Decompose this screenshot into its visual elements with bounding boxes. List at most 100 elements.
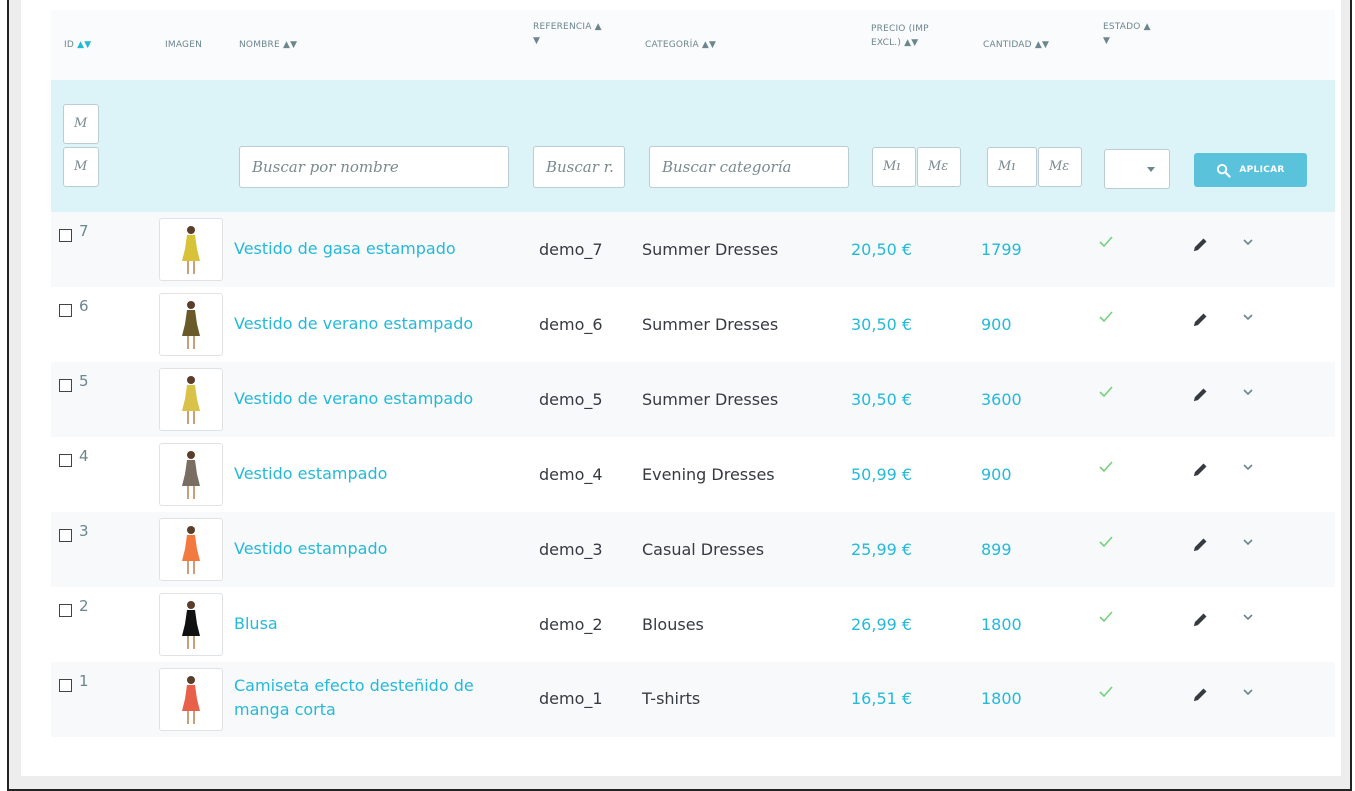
pencil-icon[interactable] bbox=[1191, 461, 1209, 479]
apply-filter-button[interactable]: APLICAR bbox=[1194, 153, 1307, 187]
sort-arrows[interactable]: ▲▼ bbox=[77, 40, 91, 50]
sort-arrows[interactable]: ▲▼ bbox=[283, 40, 297, 50]
id-max-input[interactable]: M bbox=[63, 147, 99, 187]
product-price[interactable]: 25,99 € bbox=[851, 538, 912, 562]
row-checkbox[interactable] bbox=[59, 454, 72, 467]
product-quantity[interactable]: 3600 bbox=[981, 388, 1022, 412]
header-quantity-label: CANTIDAD bbox=[983, 40, 1032, 50]
product-thumbnail[interactable] bbox=[159, 218, 223, 281]
price-max-input[interactable]: Mε bbox=[917, 147, 961, 187]
row-id: 2 bbox=[79, 597, 89, 615]
product-name-link[interactable]: Camiseta efecto desteñido de manga corta bbox=[234, 674, 484, 722]
reference-filter-input[interactable]: Buscar r. bbox=[533, 146, 625, 188]
caret-down-icon bbox=[1147, 167, 1155, 172]
product-name-link[interactable]: Vestido de verano estampado bbox=[234, 312, 473, 336]
product-name-link[interactable]: Vestido de verano estampado bbox=[234, 387, 473, 411]
product-thumbnail[interactable] bbox=[159, 293, 223, 356]
row-checkbox[interactable] bbox=[59, 304, 72, 317]
header-price-label: PRECIO (IMP bbox=[871, 24, 929, 34]
row-checkbox[interactable] bbox=[59, 379, 72, 392]
quantity-min-input[interactable]: Mı bbox=[987, 147, 1037, 187]
row-checkbox[interactable] bbox=[59, 604, 72, 617]
name-filter-input[interactable]: Buscar por nombre bbox=[239, 146, 509, 188]
chevron-down-icon[interactable] bbox=[1242, 238, 1254, 246]
product-reference: demo_7 bbox=[539, 240, 603, 259]
chevron-down-icon[interactable] bbox=[1242, 538, 1254, 546]
product-name-link[interactable]: Blusa bbox=[234, 612, 278, 636]
status-filter-select[interactable] bbox=[1104, 149, 1170, 189]
sort-desc-icon[interactable]: ▼ bbox=[1103, 34, 1151, 48]
check-icon[interactable] bbox=[1099, 236, 1113, 247]
check-icon[interactable] bbox=[1099, 311, 1113, 322]
product-quantity[interactable]: 1800 bbox=[981, 687, 1022, 711]
header-name[interactable]: NOMBRE ▲▼ bbox=[239, 38, 297, 52]
product-thumbnail[interactable] bbox=[159, 368, 223, 431]
sort-desc-icon[interactable]: ▼ bbox=[533, 34, 602, 48]
product-image bbox=[182, 601, 200, 649]
product-reference: demo_3 bbox=[539, 540, 603, 559]
header-id[interactable]: ID ▲▼ bbox=[64, 38, 91, 52]
chevron-down-icon[interactable] bbox=[1242, 688, 1254, 696]
quantity-max-input[interactable]: Mε bbox=[1038, 147, 1082, 187]
table-row: 2 Blusa demo_2 Blouses 26,99 € 1800 bbox=[51, 587, 1335, 662]
product-quantity[interactable]: 899 bbox=[981, 538, 1012, 562]
product-name-link[interactable]: Vestido de gasa estampado bbox=[234, 237, 456, 261]
product-thumbnail[interactable] bbox=[159, 443, 223, 506]
header-quantity[interactable]: CANTIDAD ▲▼ bbox=[983, 38, 1049, 52]
header-category[interactable]: CATEGORÍA ▲▼ bbox=[645, 38, 716, 52]
pencil-icon[interactable] bbox=[1191, 536, 1209, 554]
id-min-input[interactable]: M bbox=[63, 104, 99, 144]
product-image bbox=[182, 451, 200, 499]
check-icon[interactable] bbox=[1099, 686, 1113, 697]
product-quantity[interactable]: 900 bbox=[981, 313, 1012, 337]
sort-asc-icon[interactable]: ▲ bbox=[1144, 22, 1151, 32]
product-image bbox=[182, 301, 200, 349]
product-price[interactable]: 16,51 € bbox=[851, 687, 912, 711]
product-price[interactable]: 50,99 € bbox=[851, 463, 912, 487]
row-checkbox[interactable] bbox=[59, 679, 72, 692]
product-quantity[interactable]: 1800 bbox=[981, 613, 1022, 637]
product-price[interactable]: 26,99 € bbox=[851, 613, 912, 637]
row-id: 5 bbox=[79, 372, 89, 390]
sort-arrows[interactable]: ▲▼ bbox=[904, 38, 918, 48]
row-checkbox[interactable] bbox=[59, 529, 72, 542]
pencil-icon[interactable] bbox=[1191, 386, 1209, 404]
header-name-label: NOMBRE bbox=[239, 40, 280, 50]
product-thumbnail[interactable] bbox=[159, 668, 223, 731]
header-price[interactable]: PRECIO (IMP EXCL.) ▲▼ bbox=[871, 22, 929, 50]
product-thumbnail[interactable] bbox=[159, 593, 223, 656]
check-icon[interactable] bbox=[1099, 461, 1113, 472]
header-status[interactable]: ESTADO ▲ ▼ bbox=[1103, 20, 1151, 48]
price-min-input[interactable]: Mı bbox=[872, 147, 916, 187]
sort-asc-icon[interactable]: ▲ bbox=[595, 22, 602, 32]
chevron-down-icon[interactable] bbox=[1242, 388, 1254, 396]
check-icon[interactable] bbox=[1099, 536, 1113, 547]
category-filter-input[interactable]: Buscar categoría bbox=[649, 146, 849, 188]
product-price[interactable]: 30,50 € bbox=[851, 388, 912, 412]
chevron-down-icon[interactable] bbox=[1242, 613, 1254, 621]
product-name-link[interactable]: Vestido estampado bbox=[234, 537, 387, 561]
sort-desc-icon[interactable]: ▼ bbox=[84, 40, 91, 50]
product-thumbnail[interactable] bbox=[159, 518, 223, 581]
product-quantity[interactable]: 900 bbox=[981, 463, 1012, 487]
row-checkbox[interactable] bbox=[59, 229, 72, 242]
sort-arrows[interactable]: ▲▼ bbox=[1035, 40, 1049, 50]
table-row: 4 Vestido estampado demo_4 Evening Dress… bbox=[51, 437, 1335, 512]
product-price[interactable]: 30,50 € bbox=[851, 313, 912, 337]
check-icon[interactable] bbox=[1099, 386, 1113, 397]
pencil-icon[interactable] bbox=[1191, 236, 1209, 254]
header-category-label: CATEGORÍA bbox=[645, 40, 699, 50]
pencil-icon[interactable] bbox=[1191, 686, 1209, 704]
product-quantity[interactable]: 1799 bbox=[981, 238, 1022, 262]
sort-arrows[interactable]: ▲▼ bbox=[702, 40, 716, 50]
product-reference: demo_5 bbox=[539, 390, 603, 409]
header-reference[interactable]: REFERENCIA ▲ ▼ bbox=[533, 20, 602, 48]
product-price[interactable]: 20,50 € bbox=[851, 238, 912, 262]
chevron-down-icon[interactable] bbox=[1242, 313, 1254, 321]
check-icon[interactable] bbox=[1099, 611, 1113, 622]
product-name-link[interactable]: Vestido estampado bbox=[234, 462, 387, 486]
pencil-icon[interactable] bbox=[1191, 611, 1209, 629]
chevron-down-icon[interactable] bbox=[1242, 463, 1254, 471]
pencil-icon[interactable] bbox=[1191, 311, 1209, 329]
search-icon bbox=[1217, 163, 1231, 178]
